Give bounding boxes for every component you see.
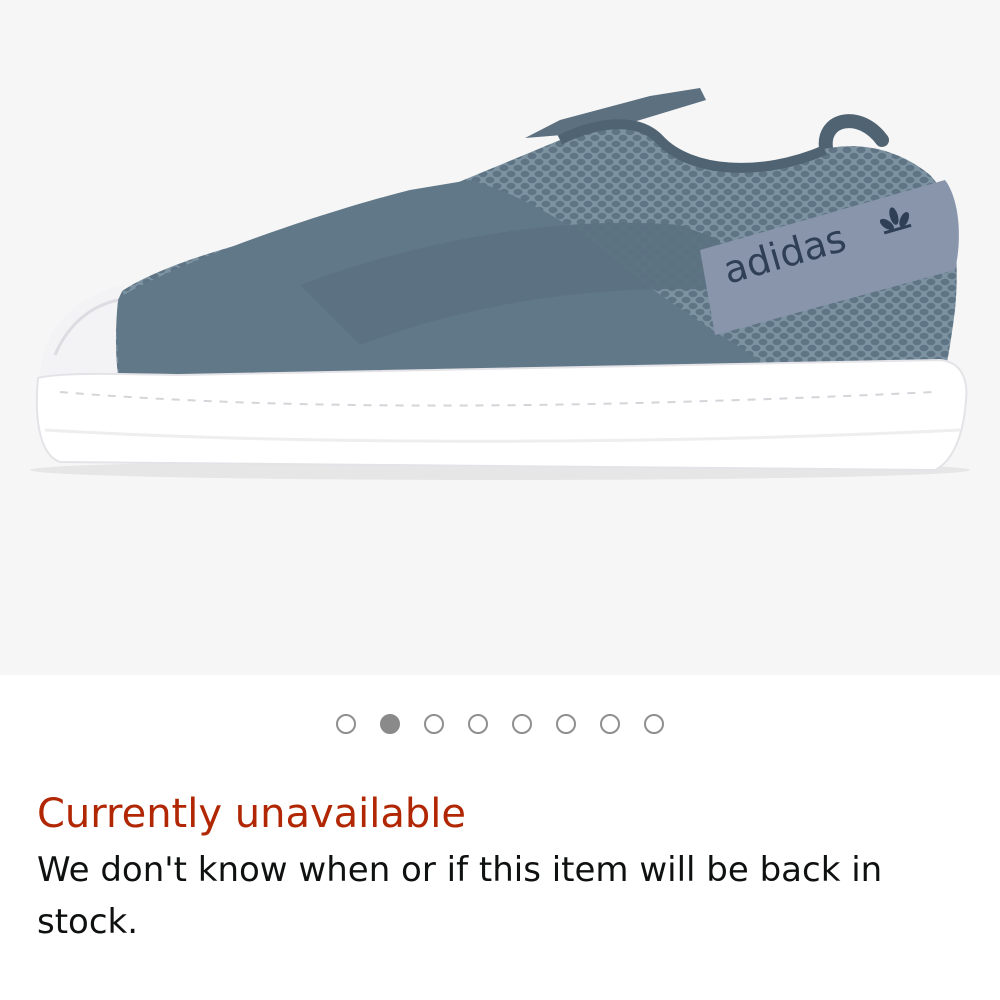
carousel-dot[interactable] (556, 714, 576, 734)
product-image-gallery[interactable]: adidas (0, 0, 1000, 675)
heel-loop (818, 114, 889, 155)
carousel-dot[interactable] (424, 714, 444, 734)
carousel-dot[interactable] (600, 714, 620, 734)
sole (35, 358, 968, 472)
carousel-dot[interactable] (336, 714, 356, 734)
image-carousel-dots (0, 714, 1000, 742)
availability-status: Currently unavailable (37, 791, 466, 837)
carousel-dot[interactable] (380, 714, 400, 734)
carousel-dot[interactable] (644, 714, 664, 734)
product-image[interactable]: adidas (0, 0, 1000, 675)
availability-section: Currently unavailable We don't know when… (37, 786, 957, 948)
carousel-dot[interactable] (512, 714, 532, 734)
carousel-dot[interactable] (468, 714, 488, 734)
availability-message: We don't know when or if this item will … (37, 850, 883, 942)
